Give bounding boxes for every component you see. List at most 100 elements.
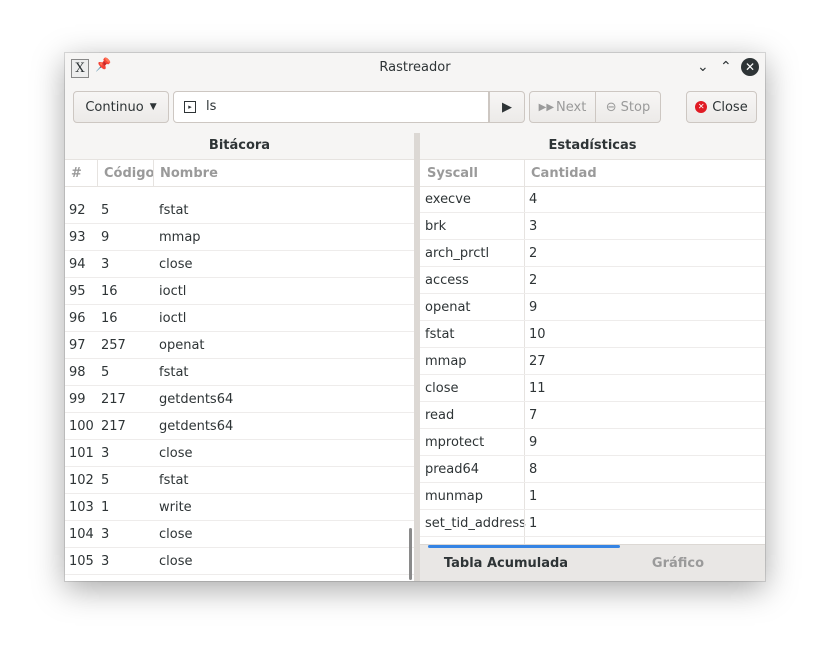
log-index: 103 [69, 500, 94, 515]
log-row[interactable]: 98 5 fstat [65, 359, 414, 386]
log-row[interactable]: 97 257 openat [65, 332, 414, 359]
chevron-down-icon: ▼ [149, 102, 157, 112]
col-name[interactable]: Nombre [160, 166, 218, 181]
col-count[interactable]: Cantidad [531, 166, 597, 181]
window-close-icon[interactable]: ✕ [741, 58, 759, 76]
log-row[interactable]: 104 3 close [65, 521, 414, 548]
stats-syscall: execve [425, 192, 471, 207]
log-table-body[interactable]: 92 5 fstat 93 9 mmap 94 3 close 95 16 ioctl 96 16 ioct… [65, 187, 414, 581]
log-row[interactable]: 94 3 close [65, 251, 414, 278]
log-code: 217 [101, 392, 126, 407]
log-index: 98 [69, 365, 86, 380]
stats-syscall: access [425, 273, 469, 288]
stats-count: 3 [529, 219, 538, 234]
log-index: 96 [69, 311, 86, 326]
log-index: 105 [69, 554, 94, 569]
stats-row[interactable]: openat 9 [420, 294, 765, 321]
log-name: openat [159, 338, 205, 353]
stats-row[interactable]: brk 3 [420, 213, 765, 240]
close-button[interactable]: ✕ Close [686, 91, 757, 123]
log-row[interactable]: 99 217 getdents64 [65, 386, 414, 413]
log-row[interactable]: 95 16 ioctl [65, 278, 414, 305]
log-row[interactable]: 106231exit_group [65, 575, 414, 581]
log-code: 5 [101, 203, 110, 218]
stats-syscall: set_tid_address [425, 516, 526, 531]
log-index: 104 [69, 527, 94, 542]
log-code: 3 [101, 554, 110, 569]
log-index: 97 [69, 338, 86, 353]
log-code: 16 [101, 311, 118, 326]
stats-row[interactable]: mmap 27 [420, 348, 765, 375]
stats-row[interactable]: access 2 [420, 267, 765, 294]
maximize-icon[interactable]: ⌃ [720, 59, 732, 75]
stats-row[interactable]: close 11 [420, 375, 765, 402]
log-code: 3 [101, 446, 110, 461]
log-code: 1 [101, 500, 110, 515]
titlebar: X 📌 Rastreador ⌄ ⌃ ✕ [65, 53, 765, 83]
log-index: 92 [69, 203, 86, 218]
log-row[interactable]: 101 3 close [65, 440, 414, 467]
stop-icon: ⊖ [605, 99, 617, 115]
stats-tabs: Tabla Acumulada Gráfico [420, 544, 765, 581]
log-name: close [159, 554, 193, 569]
command-input[interactable] [204, 98, 468, 115]
mode-label: Continuo [85, 99, 144, 115]
toolbar: Continuo ▼ ▸ ▶ ▶▶ Next ⊖ Stop ✕ Close [65, 83, 765, 131]
log-name: close [159, 446, 193, 461]
stats-syscall: munmap [425, 489, 484, 504]
stop-button[interactable]: ⊖ Stop [595, 91, 661, 123]
log-row[interactable]: 102 5 fstat [65, 467, 414, 494]
log-name: ioctl [159, 284, 187, 299]
stats-count: 27 [529, 354, 546, 369]
log-code: 5 [101, 473, 110, 488]
tracer-window: X 📌 Rastreador ⌄ ⌃ ✕ Continuo ▼ ▸ ▶ ▶▶ N… [65, 53, 765, 581]
log-code: 16 [101, 284, 118, 299]
log-row[interactable]: 92 5 fstat [65, 197, 414, 224]
stats-title: Estadísticas [420, 133, 765, 160]
log-code: 5 [101, 365, 110, 380]
stats-table-body[interactable]: execve 4 brk 3 arch_prctl 2 access 2 openat 9 fsta… [420, 186, 765, 544]
log-title: Bitácora [65, 133, 414, 160]
tab-chart[interactable]: Gráfico [592, 545, 764, 581]
log-code: 3 [101, 527, 110, 542]
log-scrollbar[interactable] [409, 528, 412, 580]
run-button[interactable]: ▶ [489, 91, 525, 123]
stats-syscall: openat [425, 300, 471, 315]
log-row[interactable]: 93 9 mmap [65, 224, 414, 251]
stats-count: 4 [529, 192, 538, 207]
next-button[interactable]: ▶▶ Next [529, 91, 596, 123]
log-row[interactable]: 103 1 write [65, 494, 414, 521]
stats-count: 2 [529, 246, 538, 261]
stats-count: 2 [529, 273, 538, 288]
log-index: 100 [69, 419, 94, 434]
stats-row[interactable]: execve 4 [420, 186, 765, 213]
col-index[interactable]: # [71, 166, 82, 181]
mode-dropdown[interactable]: Continuo ▼ [73, 91, 169, 123]
stats-syscall: fstat [425, 327, 455, 342]
tab-accumulated-table[interactable]: Tabla Acumulada [420, 545, 592, 581]
stats-header: Syscall Cantidad [420, 160, 765, 187]
terminal-icon: ▸ [184, 101, 196, 113]
log-name: getdents64 [159, 392, 234, 407]
col-code[interactable]: Código [104, 166, 154, 181]
log-name: mmap [159, 230, 201, 245]
stats-row[interactable]: pread64 8 [420, 456, 765, 483]
minimize-icon[interactable]: ⌄ [697, 59, 709, 75]
stats-row[interactable]: read 7 [420, 402, 765, 429]
log-row[interactable]: 105 3 close [65, 548, 414, 575]
stats-row[interactable]: set_tid_address 1 [420, 510, 765, 537]
command-field[interactable]: ▸ [173, 91, 489, 123]
stats-row[interactable]: munmap 1 [420, 483, 765, 510]
log-row[interactable]: 100 217 getdents64 [65, 413, 414, 440]
close-label: Close [712, 99, 748, 115]
stats-count: 1 [529, 489, 538, 504]
log-row[interactable]: 96 16 ioctl [65, 305, 414, 332]
stats-row[interactable]: fstat 10 [420, 321, 765, 348]
stats-count: 10 [529, 327, 546, 342]
stats-row[interactable]: set_robust_list1 [420, 537, 765, 544]
log-name: close [159, 257, 193, 272]
stats-syscall: arch_prctl [425, 246, 490, 261]
col-syscall[interactable]: Syscall [427, 166, 478, 181]
stats-row[interactable]: mprotect 9 [420, 429, 765, 456]
stats-row[interactable]: arch_prctl 2 [420, 240, 765, 267]
